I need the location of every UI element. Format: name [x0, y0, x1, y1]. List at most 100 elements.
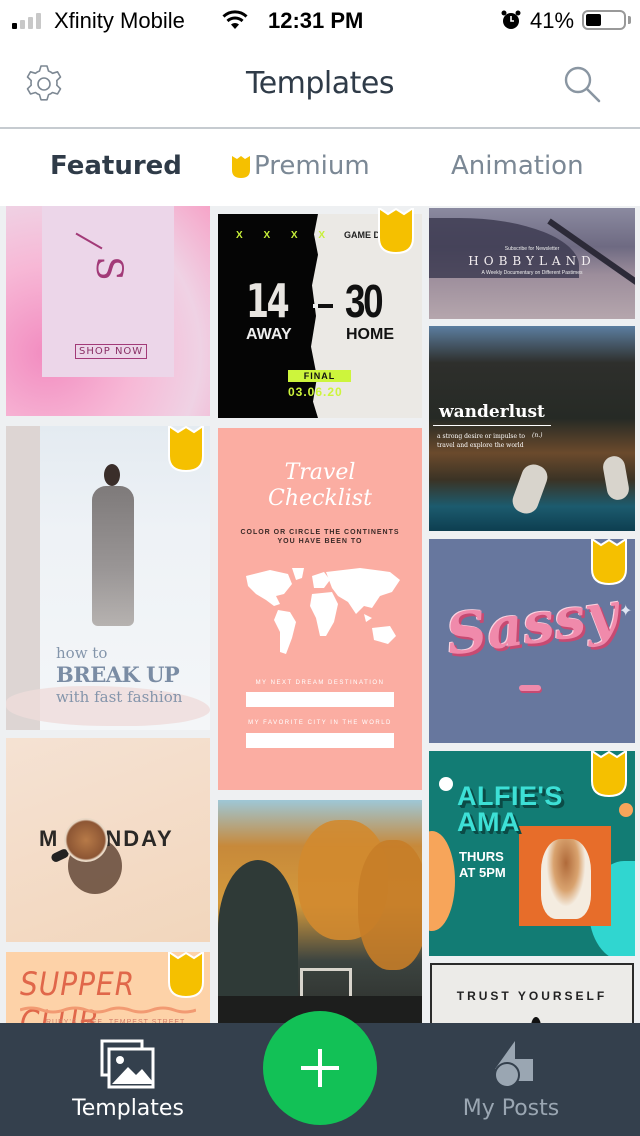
template-card-wanderlust[interactable]: wanderlust a strong desire or impulse to… — [429, 326, 635, 531]
template-card-fashion[interactable]: how to BREAK UP with fast fashion — [6, 426, 210, 730]
title-line-1: ALFIE'S — [457, 781, 563, 811]
part-of-speech: (n.) — [532, 432, 543, 439]
template-grid: S SHOP NOW how to BREAK UP with fast fas… — [0, 206, 640, 1023]
card-title: ALFIE'S AMA — [457, 781, 563, 837]
bottom-tab-my-posts[interactable]: My Posts — [411, 1023, 611, 1136]
search-icon[interactable] — [560, 62, 604, 106]
home-score: 30 — [345, 275, 384, 327]
game-date: 03.06.20 — [288, 385, 343, 399]
template-card-monday[interactable]: M NDAY — [6, 738, 210, 942]
bottom-tab-templates[interactable]: Templates — [28, 1023, 228, 1136]
plus-icon — [301, 1049, 339, 1087]
title-part-1: M — [39, 826, 60, 851]
template-card-travel-checklist[interactable]: Travel Checklist COLOR OR CIRCLE THE CONT… — [218, 428, 422, 790]
title-part-2: NDAY — [105, 826, 174, 851]
battery-percent: 41% — [530, 8, 575, 33]
status-badge: FINAL — [288, 370, 351, 382]
card-line-1: how to — [56, 644, 108, 662]
tree — [218, 860, 298, 1000]
page-title: Templates — [245, 66, 395, 101]
wave-decoration — [20, 1006, 196, 1014]
premium-crown-icon — [232, 156, 250, 178]
card-cta: SHOP NOW — [75, 344, 148, 359]
nav-bar: Templates — [0, 40, 640, 129]
premium-badge-icon — [168, 952, 204, 998]
bottom-tab-templates-label: Templates — [72, 1096, 184, 1121]
field-label-1: MY NEXT DREAM DESTINATION — [255, 680, 385, 686]
card-title: wanderlust — [439, 402, 545, 422]
dog — [541, 839, 591, 919]
card-title: TRUST YOURSELF — [456, 989, 608, 1003]
side-stripe — [6, 426, 40, 730]
tab-premium[interactable]: Premium — [232, 151, 370, 181]
premium-badge-icon — [591, 539, 627, 585]
tab-featured-label: Featured — [50, 151, 182, 181]
world-map-icon — [246, 568, 400, 654]
templates-image-icon — [100, 1039, 155, 1089]
tab-animation[interactable]: Animation — [451, 151, 584, 181]
card-line-3: with fast fashion — [56, 688, 183, 706]
title-line-1: Travel — [284, 460, 356, 485]
tab-animation-label: Animation — [451, 151, 584, 181]
field-box-1 — [246, 692, 394, 707]
card-definition: a strong desire or impulse to travel and… — [437, 433, 525, 449]
card-subtitle: COLOR OR CIRCLE THE CONTINENTS YOU HAVE B… — [218, 528, 422, 546]
alarm-icon — [501, 10, 521, 29]
blob — [429, 831, 455, 931]
card-title: Sassy — [442, 579, 622, 669]
clock: 12:31 PM — [268, 8, 364, 33]
premium-badge-icon — [591, 751, 627, 797]
field-box-2 — [246, 733, 394, 748]
away-score: 14 — [246, 274, 290, 328]
premium-badge-icon — [378, 208, 414, 254]
field-label-2: MY FAVORITE CITY IN THE WORLD — [248, 720, 392, 726]
my-posts-shapes-icon — [494, 1041, 533, 1088]
home-label: HOME — [346, 326, 394, 343]
header-label: GAME D — [344, 230, 380, 240]
tab-premium-label: Premium — [254, 151, 370, 181]
underline — [519, 685, 541, 691]
title-line-2: AMA — [457, 807, 520, 837]
card-when: THURS AT 5PM — [459, 849, 506, 881]
dot — [619, 803, 633, 817]
card-kicker: Subscribe for Newsletter — [504, 246, 560, 252]
premium-badge-icon — [168, 426, 204, 472]
person-head — [104, 464, 120, 486]
card-subtitle: A Weekly Documentary on Different Pastim… — [481, 270, 583, 276]
header-marks: X X X X — [236, 230, 335, 241]
battery-icon — [582, 10, 626, 30]
carrier-name: Xfinity Mobile — [54, 8, 185, 33]
subtitle-line-2: YOU HAVE BEEN TO — [277, 538, 363, 545]
when-line-1: THURS — [459, 849, 504, 864]
template-card-trust-yourself[interactable]: TRUST YOURSELF — [430, 963, 634, 1023]
battery-cap — [628, 16, 631, 24]
signal-strength-icon — [12, 13, 41, 29]
category-tabs: Featured Premium Animation — [0, 131, 640, 206]
subtitle-line-1: COLOR OR CIRCLE THE CONTINENTS — [240, 529, 400, 536]
divider — [433, 425, 551, 426]
card-title: HOBBYLAND — [468, 254, 596, 268]
template-card-alfie-ama[interactable]: ALFIE'S AMA THURS AT 5PM — [429, 751, 635, 956]
when-line-2: AT 5PM — [459, 865, 506, 880]
title-line-2: Checklist — [268, 486, 372, 511]
tab-featured[interactable]: Featured — [50, 151, 182, 181]
person-figure — [92, 486, 134, 626]
status-bar: Xfinity Mobile 12:31 PM 41% — [0, 0, 640, 40]
wifi-icon — [222, 10, 248, 29]
card-line-2: BREAK UP — [56, 662, 180, 687]
dot — [439, 777, 453, 791]
score-dash-dark — [318, 304, 333, 308]
template-card-sassy[interactable]: ✦ ✦ ✦ Sassy — [429, 539, 635, 743]
card-title: Travel Checklist — [218, 460, 422, 512]
template-card-wedding[interactable] — [218, 800, 422, 1023]
create-button[interactable] — [263, 1011, 377, 1125]
template-card-supper-club[interactable]: SUPPER CLUB RUBY'S CAFE, TEMPEST STREET — [6, 952, 210, 1023]
template-card-hobbyland[interactable]: Subscribe for Newsletter HOBBYLAND A Wee… — [429, 208, 635, 319]
shoe — [509, 461, 551, 517]
tree — [358, 840, 422, 970]
coffee-cup-icon — [64, 818, 108, 862]
template-card-sale[interactable]: S SHOP NOW — [6, 206, 210, 416]
bottom-tab-my-posts-label: My Posts — [462, 1096, 560, 1121]
away-label: AWAY — [246, 326, 292, 343]
shoe — [601, 454, 631, 502]
